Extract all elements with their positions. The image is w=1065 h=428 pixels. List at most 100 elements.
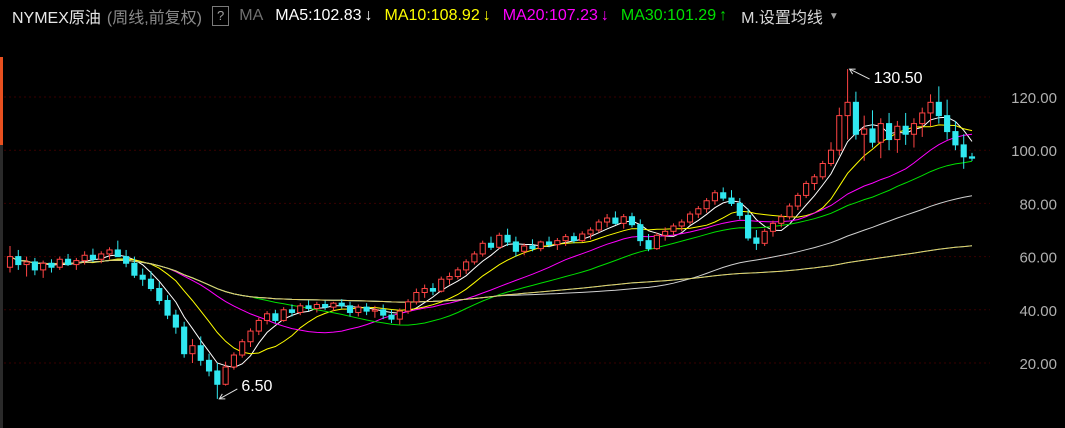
chart-window: NYMEX原油 (周线,前复权) ? MA MA5:102.83 ↓ MA10:1…: [0, 0, 1065, 428]
high-price-annotation: 130.50: [848, 68, 923, 87]
candle-down: [272, 313, 279, 321]
candle-up: [330, 302, 337, 308]
candle-down: [429, 288, 437, 292]
price-axis: 120.00 100.00 80.00 60.00 40.00 20.00: [1011, 90, 1057, 373]
candle-down: [935, 101, 942, 117]
candle-up: [686, 213, 694, 223]
candle-up: [23, 261, 30, 266]
candle-down: [164, 299, 171, 316]
candles: [6, 69, 976, 399]
candle-up: [827, 149, 835, 164]
candle-down: [612, 217, 619, 224]
candle-down: [968, 156, 976, 159]
price-annotations: 130.50 6.50: [218, 68, 923, 400]
candle-down: [628, 216, 636, 226]
candle-up: [413, 292, 420, 303]
candle-down: [172, 314, 179, 328]
candle-down: [156, 288, 163, 301]
candle-up: [769, 222, 777, 232]
candle-up: [446, 276, 453, 280]
candle-up: [355, 306, 362, 313]
candle-up: [463, 261, 470, 271]
candle-down: [852, 101, 859, 135]
candle-up: [264, 313, 271, 321]
y-tick-label: 100.00: [1011, 143, 1057, 160]
candle-up: [910, 123, 918, 135]
candle-up: [703, 200, 710, 210]
candle-down: [123, 256, 130, 264]
candle-up: [803, 182, 810, 196]
candle-up: [40, 262, 47, 271]
candle-up: [438, 278, 445, 292]
candle-up: [836, 115, 843, 151]
candle-down: [147, 278, 155, 290]
candle-down: [346, 305, 354, 313]
candle-up: [761, 230, 768, 244]
candle-up: [222, 366, 229, 385]
y-tick-label: 80.00: [1019, 196, 1057, 213]
candle-down: [728, 197, 735, 204]
candle-up: [562, 236, 569, 242]
candle-up: [521, 245, 528, 252]
candle-down: [736, 202, 743, 216]
candle-down: [205, 359, 213, 372]
candle-down: [89, 254, 97, 260]
candle-down: [952, 131, 959, 146]
candle-up: [106, 249, 113, 255]
candle-up: [653, 234, 660, 250]
candle-up: [587, 229, 594, 235]
candle-up: [778, 216, 785, 224]
candle-down: [885, 123, 893, 141]
candle-down: [114, 249, 121, 258]
candle-down: [720, 192, 727, 199]
candle-up: [81, 254, 88, 262]
y-tick-label: 120.00: [1011, 90, 1057, 107]
candle-up: [396, 310, 403, 320]
candle-up: [919, 112, 926, 125]
candle-down: [15, 256, 22, 266]
candle-down: [944, 115, 951, 133]
candle-down: [363, 306, 370, 312]
candle-down: [31, 261, 38, 271]
candle-up: [579, 233, 586, 242]
candle-up: [98, 253, 105, 260]
candle-up: [786, 205, 793, 218]
candle-up: [537, 241, 544, 250]
y-tick-label: 20.00: [1019, 356, 1057, 373]
ma250-line: [9, 245, 973, 303]
candle-up: [404, 301, 412, 312]
candle-up: [861, 128, 868, 135]
candle-up: [844, 101, 851, 117]
candle-up: [255, 319, 262, 332]
candle-up: [6, 256, 14, 268]
candle-up: [595, 221, 602, 231]
candle-down: [570, 236, 578, 242]
candle-down: [753, 237, 760, 244]
candle-up: [73, 260, 80, 266]
candle-down: [637, 224, 644, 242]
candle-up: [313, 303, 320, 309]
candle-up: [471, 253, 478, 263]
candle-up: [662, 230, 669, 236]
candle-down: [322, 303, 329, 308]
candle-up: [604, 217, 611, 223]
candle-up: [811, 176, 818, 184]
candle-up: [371, 309, 378, 312]
candle-down: [48, 262, 55, 268]
candlestick-chart[interactable]: 120.00 100.00 80.00 60.00 40.00 20.00 130.50 6…: [0, 0, 1065, 428]
candle-up: [554, 240, 561, 246]
candle-up: [479, 242, 486, 255]
ma120-line: [9, 245, 973, 303]
candle-down: [745, 214, 752, 239]
high-label: 130.50: [874, 70, 923, 87]
candle-up: [670, 225, 677, 232]
candle-down: [902, 125, 909, 135]
candle-up: [230, 354, 237, 368]
candle-down: [487, 242, 495, 248]
candle-down: [305, 305, 312, 309]
candle-up: [711, 192, 718, 202]
candle-down: [380, 309, 387, 316]
candle-up: [496, 234, 503, 248]
candle-down: [645, 240, 652, 250]
candle-up: [247, 330, 254, 343]
